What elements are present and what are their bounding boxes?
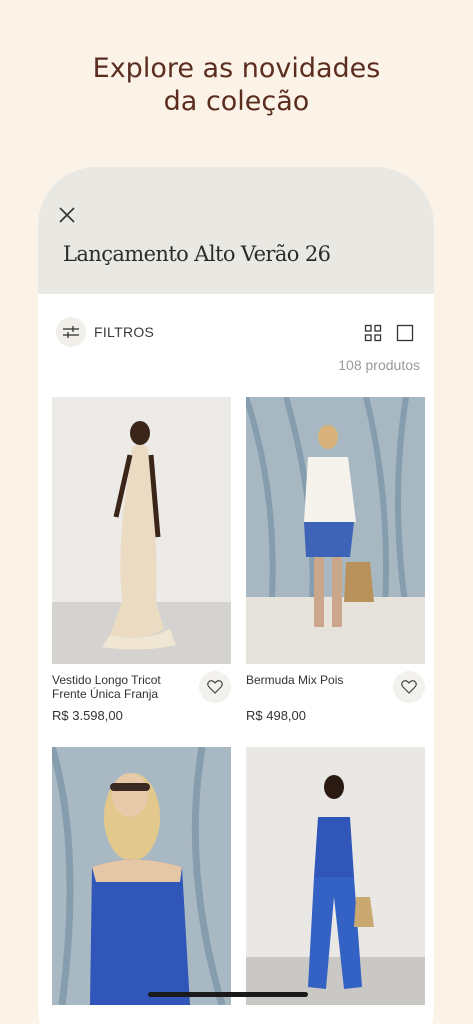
product-name[interactable]: Bermuda Mix Pois	[246, 673, 386, 687]
product-card[interactable]	[246, 747, 425, 1014]
promo-line-1: Explore as novidades	[92, 53, 381, 84]
favorite-button[interactable]	[393, 671, 425, 703]
close-icon	[59, 207, 75, 223]
heart-icon	[207, 680, 223, 694]
grid-icon	[364, 324, 382, 342]
home-indicator	[148, 992, 308, 997]
collection-header: Lançamento Alto Verão 26	[38, 167, 434, 294]
heart-icon	[401, 680, 417, 694]
single-view-button[interactable]	[396, 324, 414, 342]
product-image[interactable]	[52, 397, 231, 664]
product-image[interactable]	[246, 747, 425, 1014]
filters-button[interactable]: FILTROS	[56, 317, 154, 347]
product-price: R$ 3.598,00	[52, 708, 123, 723]
product-count: 108 produtos	[338, 357, 420, 373]
product-name[interactable]: Vestido Longo Tricot Frente Única Franja	[52, 673, 192, 701]
product-card[interactable]: Vestido Longo Tricot Frente Única Franja…	[52, 397, 231, 723]
promo-line-2: da coleção	[163, 86, 310, 117]
phone-frame: Lançamento Alto Verão 26 FILTROS 108 pro…	[38, 167, 434, 1024]
close-button[interactable]	[57, 205, 77, 225]
square-icon	[396, 324, 414, 342]
product-image[interactable]	[52, 747, 231, 1014]
product-card[interactable]: Bermuda Mix Pois R$ 498,00	[246, 397, 425, 723]
sliders-icon	[56, 317, 86, 347]
product-card[interactable]	[52, 747, 231, 1014]
product-image[interactable]	[246, 397, 425, 664]
promo-heading: Explore as novidades da coleção	[0, 52, 473, 118]
filters-label: FILTROS	[94, 324, 155, 340]
grid-view-button[interactable]	[364, 324, 382, 342]
collection-title: Lançamento Alto Verão 26	[63, 242, 331, 266]
favorite-button[interactable]	[199, 671, 231, 703]
product-price: R$ 498,00	[246, 708, 306, 723]
